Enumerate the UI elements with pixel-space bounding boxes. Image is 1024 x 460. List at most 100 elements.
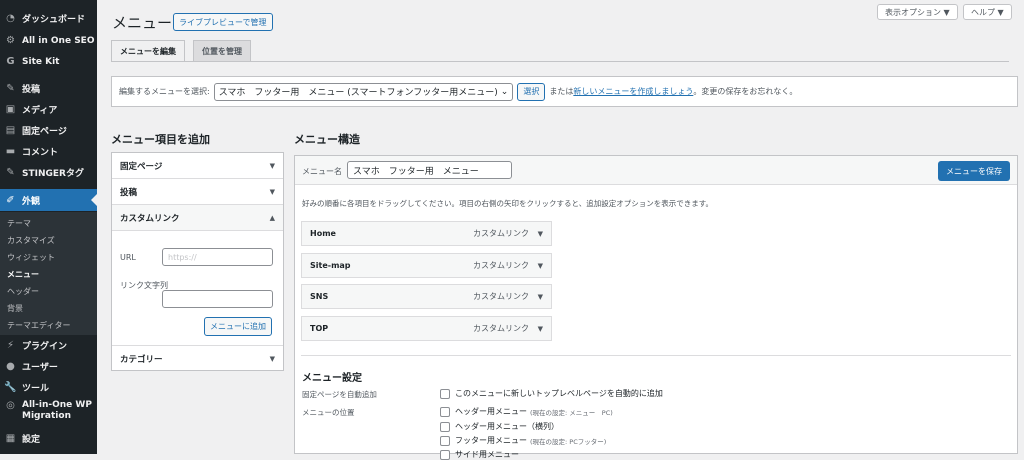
auto-add-checkbox[interactable] xyxy=(440,388,450,399)
caret-down-icon[interactable]: ▼ xyxy=(538,230,543,238)
accordion-posts[interactable]: 投稿 ▼ xyxy=(112,179,283,205)
submenu-item-theme-editor[interactable]: テーマエディター xyxy=(0,317,97,334)
help-button[interactable]: ヘルプ ▼ xyxy=(963,4,1012,20)
sidebar-item-wp-migration[interactable]: ◎ All-in-One WP Migration xyxy=(0,400,97,430)
sidebar-item-stinger-tag[interactable]: ✎ STINGERタグ xyxy=(0,162,97,183)
brush-icon: ✐ xyxy=(6,194,15,206)
auto-add-label: 固定ページを自動追加 xyxy=(302,390,377,399)
caret-down-icon: ▼ xyxy=(269,161,275,170)
menu-item[interactable]: Site-map カスタムリンク ▼ xyxy=(301,253,552,278)
link-text-input[interactable] xyxy=(162,290,273,308)
tab-edit-menus[interactable]: メニューを編集 xyxy=(111,40,185,62)
save-reminder-text: 。変更の保存をお忘れなく。 xyxy=(693,87,798,96)
drag-instructions: 好みの順番に各項目をドラッグしてください。項目の右側の矢印をクリックすると、追加… xyxy=(302,199,713,208)
location-note: (現在の設定: PCフッター) xyxy=(530,437,607,446)
auto-add-option-text: このメニューに新しいトップレベルページを自動的に追加 xyxy=(455,389,663,398)
location-checkbox-row[interactable]: フッター用メニュー (現在の設定: PCフッター) xyxy=(440,435,606,446)
sidebar-item-label: メディア xyxy=(22,106,58,116)
sidebar-item-aioseo[interactable]: ⚙ All in One SEO xyxy=(0,30,97,51)
location-checkbox[interactable] xyxy=(440,449,450,460)
accordion-categories[interactable]: カテゴリー ▼ xyxy=(112,345,283,371)
location-checkbox-row[interactable]: ヘッダー用メニュー（横列） xyxy=(440,421,559,432)
caret-up-icon: ▲ xyxy=(269,213,275,222)
menu-item-type: カスタムリンク xyxy=(473,324,529,333)
location-checkbox-row[interactable]: サイド用メニュー xyxy=(440,449,519,460)
gear-icon: ⚙ xyxy=(6,35,15,46)
sidebar-item-label: コメント xyxy=(22,148,59,158)
submenu-item-background[interactable]: 背景 xyxy=(0,300,97,317)
location-checkbox[interactable] xyxy=(440,435,450,446)
screen-options-button[interactable]: 表示オプション ▼ xyxy=(877,4,958,20)
sidebar-item-label: ダッシュボード xyxy=(22,15,86,25)
menu-structure-heading: メニュー構造 xyxy=(294,133,360,146)
sidebar-item-label: ユーザー xyxy=(22,363,58,373)
add-to-menu-button[interactable]: メニューに追加 xyxy=(204,317,272,336)
submenu-item-menus[interactable]: メニュー xyxy=(0,266,97,283)
tab-divider xyxy=(111,61,1009,62)
caret-down-icon[interactable]: ▼ xyxy=(538,325,543,333)
menu-item[interactable]: Home カスタムリンク ▼ xyxy=(301,221,552,246)
sidebar-item-comments[interactable]: ▬ コメント xyxy=(0,141,97,162)
location-checkbox[interactable] xyxy=(440,406,450,417)
menu-item[interactable]: TOP カスタムリンク ▼ xyxy=(301,316,552,341)
settings-icon: ▦ xyxy=(5,433,16,444)
location-label: ヘッダー用メニュー（横列） xyxy=(455,422,559,431)
caret-down-icon: ▼ xyxy=(269,187,275,196)
submenu-item-themes[interactable]: テーマ xyxy=(0,215,97,232)
admin-sidebar: ◔ ダッシュボード ⚙ All in One SEO G Site Kit ✎ 投稿 ▣… xyxy=(0,0,97,454)
caret-down-icon[interactable]: ▼ xyxy=(538,293,543,301)
add-items-accordion: 固定ページ ▼ 投稿 ▼ カスタムリンク ▲ URL https:// リンク文字列 … xyxy=(111,152,284,371)
sidebar-item-settings[interactable]: ▦ 設定 xyxy=(0,428,97,449)
menu-item-type: カスタムリンク xyxy=(473,229,529,238)
live-preview-button[interactable]: ライブプレビューで管理 xyxy=(173,13,273,31)
submenu-item-widgets[interactable]: ウィジェット xyxy=(0,249,97,266)
menu-name-label: メニュー名 xyxy=(302,167,342,176)
location-checkbox[interactable] xyxy=(440,421,450,432)
or-text: または xyxy=(549,87,574,96)
accordion-label: カスタムリンク xyxy=(120,213,180,224)
menu-select-bar: 編集するメニューを選択: スマホ フッター用 メニュー (スマートフォンフッター… xyxy=(111,76,1018,107)
sidebar-item-sitekit[interactable]: G Site Kit xyxy=(0,51,97,72)
comment-icon: ▬ xyxy=(5,146,16,157)
create-new-menu-link[interactable]: 新しいメニューを作成しましょう xyxy=(573,86,693,97)
auto-add-checkbox-row[interactable]: このメニューに新しいトップレベルページを自動的に追加 xyxy=(440,388,663,399)
submenu-item-header[interactable]: ヘッダー xyxy=(0,283,97,300)
select-menu-label: 編集するメニューを選択: xyxy=(119,87,210,96)
sidebar-item-tools[interactable]: 🔧 ツール xyxy=(0,377,97,398)
menu-name-input[interactable]: スマホ フッター用 メニュー xyxy=(347,161,512,179)
menu-item-title: Home xyxy=(310,229,336,238)
sidebar-item-pages[interactable]: ▤ 固定ページ xyxy=(0,120,97,141)
menu-item-type: カスタムリンク xyxy=(473,292,529,301)
add-menu-items-heading: メニュー項目を追加 xyxy=(111,133,210,146)
caret-down-icon[interactable]: ▼ xyxy=(538,262,543,270)
sidebar-item-users[interactable]: ● ユーザー xyxy=(0,356,97,377)
accordion-custom-links[interactable]: カスタムリンク ▲ xyxy=(112,205,283,231)
sidebar-item-dashboard[interactable]: ◔ ダッシュボード xyxy=(0,8,97,29)
menu-select-dropdown[interactable]: スマホ フッター用 メニュー (スマートフォンフッター用メニュー) ⌄ xyxy=(213,82,514,101)
menu-item-title: SNS xyxy=(310,292,329,301)
submenu-item-customize[interactable]: カスタマイズ xyxy=(0,232,97,249)
sidebar-item-appearance[interactable]: ✐ 外観 xyxy=(0,189,97,211)
menu-item-title: TOP xyxy=(310,324,329,333)
page-title: メニュー xyxy=(112,14,173,32)
select-button[interactable]: 選択 xyxy=(517,82,546,101)
sidebar-item-plugins[interactable]: ⚡ プラグイン xyxy=(0,335,97,356)
menu-item[interactable]: SNS カスタムリンク ▼ xyxy=(301,284,552,309)
sidebar-item-label: All in One SEO xyxy=(22,35,95,46)
sidebar-item-label: ツール xyxy=(22,384,50,394)
sidebar-item-posts[interactable]: ✎ 投稿 xyxy=(0,78,97,99)
sidebar-item-media[interactable]: ▣ メディア xyxy=(0,99,97,120)
location-note: (現在の設定: メニュー PC) xyxy=(530,408,613,417)
location-checkbox-row[interactable]: ヘッダー用メニュー (現在の設定: メニュー PC) xyxy=(440,406,613,417)
menu-select-value: スマホ フッター用 メニュー (スマートフォンフッター用メニュー) xyxy=(218,88,498,98)
save-menu-button[interactable]: メニューを保存 xyxy=(938,161,1010,181)
accordion-label: 投稿 xyxy=(120,187,138,198)
sidebar-item-label: Site Kit xyxy=(22,56,60,67)
url-label: URL xyxy=(120,253,136,262)
sidebar-item-label: プラグイン xyxy=(22,342,68,352)
page-icon: ▤ xyxy=(5,125,16,136)
accordion-pages[interactable]: 固定ページ ▼ xyxy=(112,153,283,179)
url-input[interactable]: https:// xyxy=(162,248,273,266)
caret-down-icon: ▼ xyxy=(269,354,275,363)
tab-manage-locations[interactable]: 位置を管理 xyxy=(193,40,251,62)
